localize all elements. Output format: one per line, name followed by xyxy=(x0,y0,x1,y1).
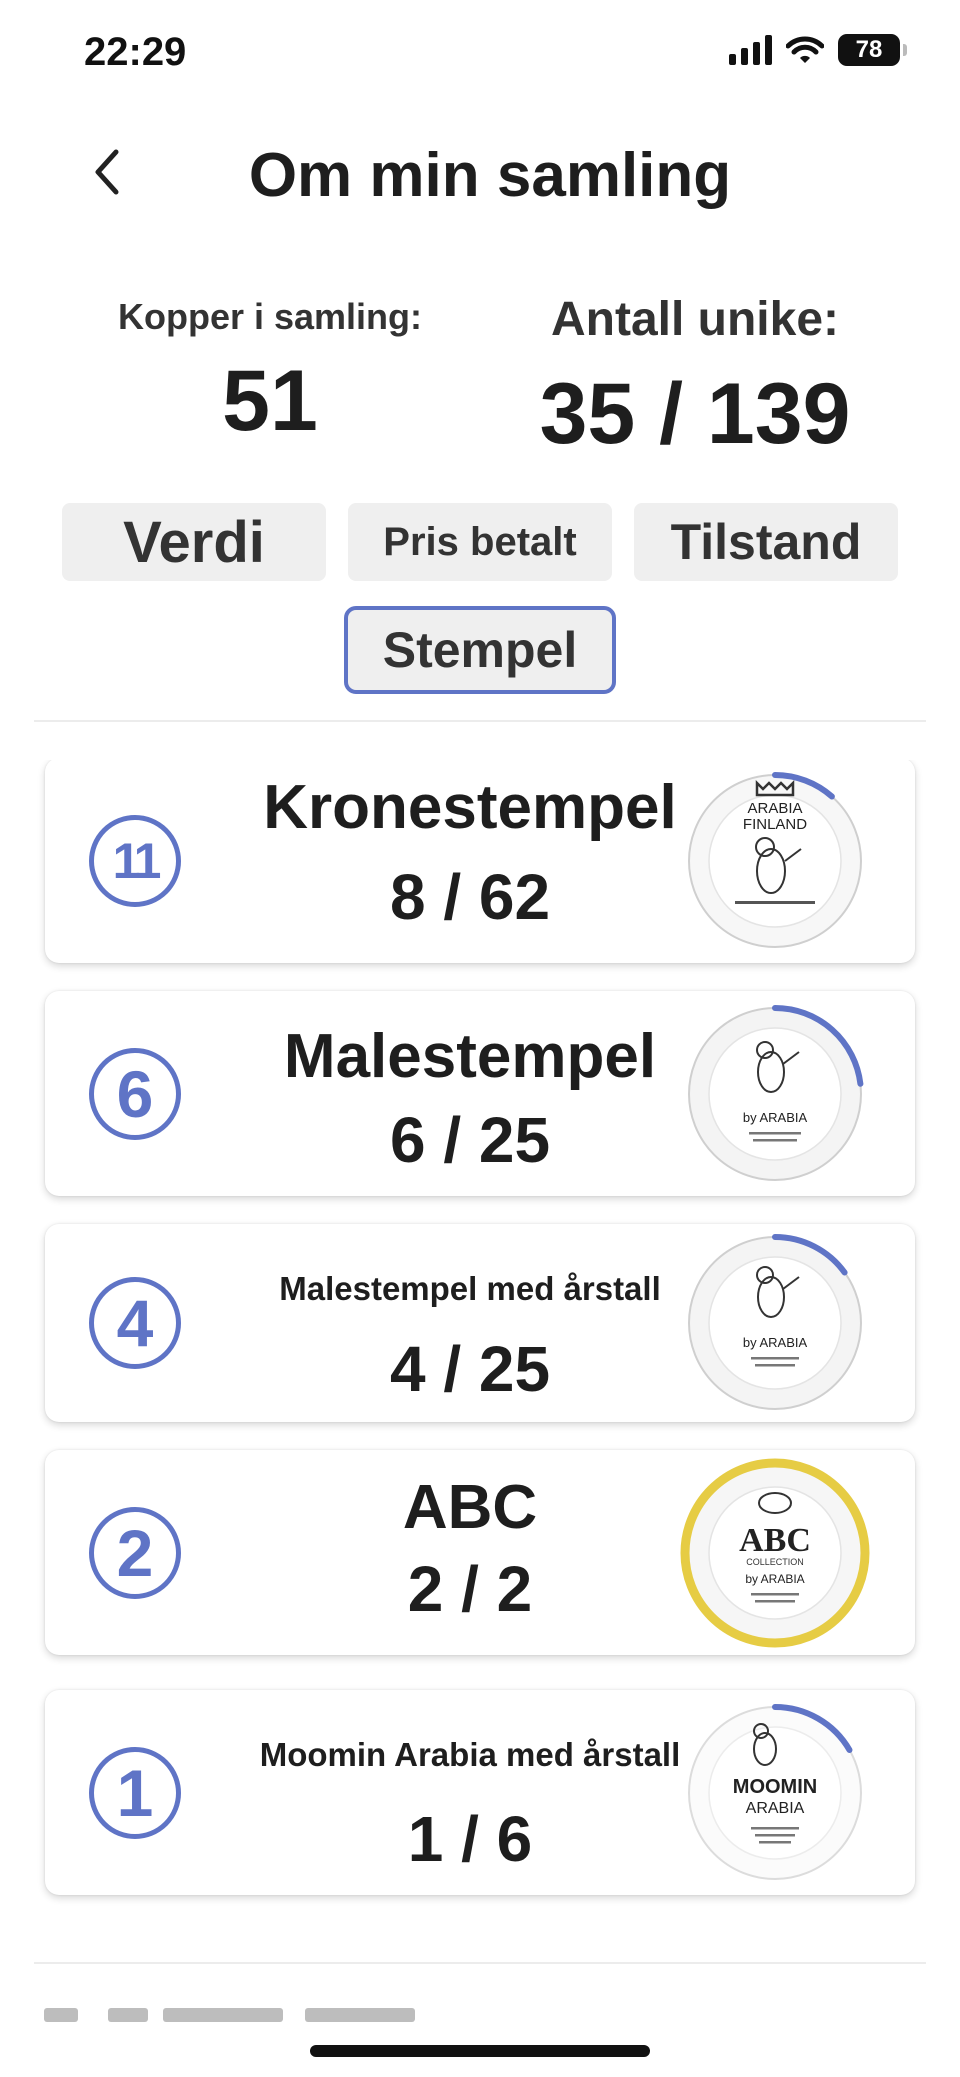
screen: 22:29 78 Om min samling Kopper i samling… xyxy=(0,0,960,2077)
divider xyxy=(34,1962,926,1964)
stamp-count: 6 / 25 xyxy=(389,1104,551,1176)
stamp-card-kronestempel[interactable]: 11 Kronestempel 8 / 62 ARABIA FINLAND xyxy=(45,760,915,963)
stamp-count: 1 / 6 xyxy=(407,1803,533,1875)
filter-verdi-button[interactable]: Verdi xyxy=(62,503,326,581)
home-indicator[interactable] xyxy=(310,2045,650,2057)
count-badge: 2 xyxy=(89,1506,181,1599)
filter-stempel-button[interactable]: Stempel xyxy=(344,606,616,694)
stamp-name: ABC xyxy=(402,1473,538,1542)
plate-text: MOOMIN xyxy=(733,1776,817,1798)
count-badge: 1 xyxy=(89,1746,181,1839)
status-time: 22:29 xyxy=(84,30,187,74)
plate-text: ARABIA xyxy=(747,800,802,817)
plate-image: by ARABIA xyxy=(688,1234,862,1410)
unique-stat: Antall unike: 35 / 139 xyxy=(520,292,870,464)
unique-value: 35 / 139 xyxy=(539,366,851,462)
count-badge: 11 xyxy=(89,814,181,907)
plate-text: FINLAND xyxy=(743,816,807,833)
stamp-card-abc[interactable]: 2 ABC 2 / 2 ABC COLLECTION by ARABIA xyxy=(45,1450,915,1655)
battery-level: 78 xyxy=(855,36,883,63)
plate-text: by ARABIA xyxy=(745,1572,804,1586)
stamp-count: 8 / 62 xyxy=(389,861,551,933)
plate-text: ARABIA xyxy=(746,1800,805,1817)
plate-text: COLLECTION xyxy=(746,1557,804,1567)
stamp-count: 4 / 25 xyxy=(389,1333,551,1405)
plate-text: ABC xyxy=(739,1522,811,1559)
status-icons: 78 xyxy=(729,34,907,66)
filter-pris-betalt-button[interactable]: Pris betalt xyxy=(348,503,612,581)
stamp-count: 2 / 2 xyxy=(407,1553,533,1625)
stamp-name: Malestempel med årstall xyxy=(279,1270,661,1307)
stamp-card-moomin-arabia-med-arstall[interactable]: 1 Moomin Arabia med årstall 1 / 6 MOOMIN… xyxy=(45,1690,915,1895)
next-section-heading xyxy=(40,2002,460,2022)
battery-icon: 78 xyxy=(838,34,907,66)
divider xyxy=(34,720,926,722)
stamp-name: Kronestempel xyxy=(263,773,677,842)
stamp-card-malestempel-med-arstall[interactable]: 4 Malestempel med årstall 4 / 25 by ARAB… xyxy=(45,1224,915,1422)
unique-label: Antall unike: xyxy=(550,293,840,346)
stamp-name: Malestempel xyxy=(283,1022,657,1091)
filter-tilstand-button[interactable]: Tilstand xyxy=(634,503,898,581)
copies-stat: Kopper i samling: 51 xyxy=(100,296,440,451)
stamp-list[interactable]: 11 Kronestempel 8 / 62 ARABIA FINLAND 6 xyxy=(0,760,960,1950)
stamp-name: Moomin Arabia med årstall xyxy=(259,1736,681,1773)
page-title: Om min samling xyxy=(248,141,732,210)
copies-label: Kopper i samling: xyxy=(117,296,423,337)
stamp-card-malestempel[interactable]: 6 Malestempel 6 / 25 by ARABIA xyxy=(45,991,915,1196)
count-badge: 6 xyxy=(89,1047,181,1140)
count-badge: 4 xyxy=(89,1277,181,1369)
signal-icon xyxy=(729,35,772,65)
wifi-icon xyxy=(786,36,824,63)
plate-text: by ARABIA xyxy=(743,1110,808,1125)
plate-text: by ARABIA xyxy=(743,1335,808,1350)
plate-image: ABC COLLECTION by ARABIA xyxy=(680,1458,870,1647)
plate-image: ARABIA FINLAND xyxy=(688,771,862,948)
plate-image: MOOMIN ARABIA xyxy=(688,1703,862,1880)
copies-value: 51 xyxy=(222,353,318,449)
plate-image: by ARABIA xyxy=(688,1004,864,1181)
